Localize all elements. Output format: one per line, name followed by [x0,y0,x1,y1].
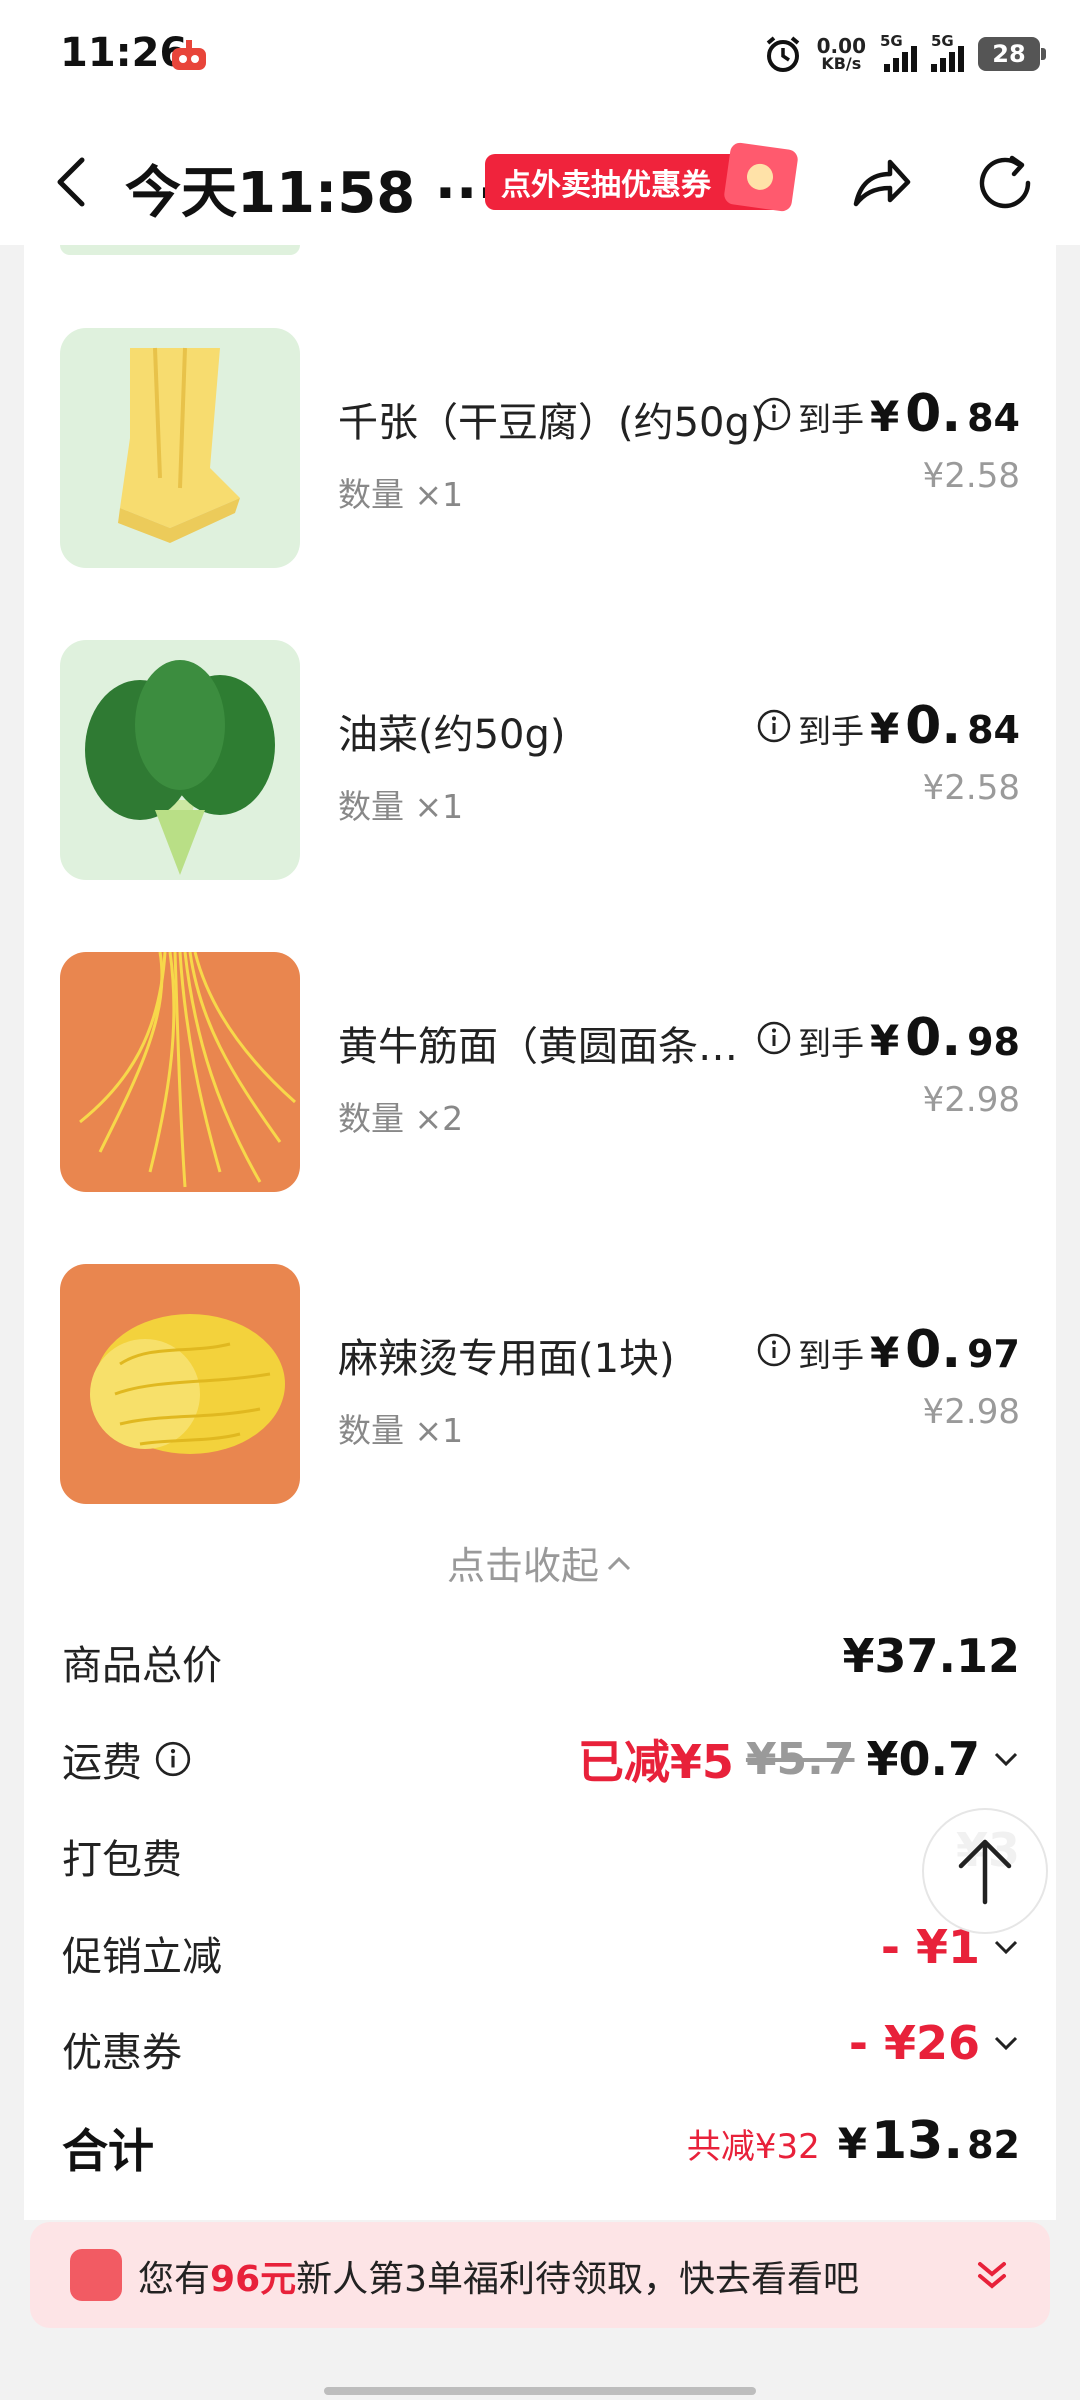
home-indicator[interactable] [324,2387,756,2395]
red-envelope-icon [723,141,799,213]
goods-total-value: ¥37.12 [842,1629,1020,1683]
item-quantity: 数量 ×1 [338,475,464,514]
item-original-price: ¥2.58 [922,456,1020,496]
item-original-price: ¥2.98 [922,1392,1020,1432]
bok-choy-image [60,640,300,880]
info-icon[interactable] [756,708,792,744]
total-saved: 共减¥32 [686,2127,820,2167]
packing-fee-label: 打包费 [62,1837,182,1883]
list-item[interactable]: 麻辣烫专用面(1块) 数量 ×1 到手 ¥0. 97 ¥2.98 [24,1264,1056,1504]
instant-noodle-block-image [60,1264,300,1504]
promo-coupon-button[interactable]: 点外卖抽优惠券 [485,141,799,213]
app-notification-icon [172,40,206,70]
scroll-to-top-button[interactable] [922,1808,1048,1934]
goods-total-label: 商品总价 [62,1643,222,1689]
delivery-fee-row[interactable]: 运费 已减¥5 ¥5.7 ¥0.7 [24,1720,1056,1790]
item-final-price: 到手 ¥0. 97 [756,1320,1020,1380]
delivery-discount: 已减¥5 [577,1735,734,1789]
chevron-down-icon [994,2036,1018,2051]
coupon-value: - ¥26 [848,2016,980,2070]
coupon-row[interactable]: 优惠券 - ¥26 [24,2010,1056,2080]
coupon-label: 优惠券 [62,2030,182,2076]
info-icon[interactable] [756,1332,792,1368]
order-page: 11:26 0.00 KB/s 5G 5G 28 今天11:58 ··· 点外卖… [0,0,1080,2400]
chevron-down-icon [994,1940,1018,1955]
signal-sim1-icon: 5G [880,32,917,72]
item-quantity: 数量 ×1 [338,787,464,826]
delivery-fee-label: 运费 [62,1740,142,1786]
status-time: 11:26 [60,30,188,76]
refresh-icon[interactable] [972,150,1038,216]
total-row: 合计 共减¥32 ¥13. 82 [24,2105,1056,2178]
item-name: 千张（干豆腐）(约50g) [338,400,766,446]
banner-text: 您有96元新人第3单福利待领取，快去看看吧 [138,2259,860,2300]
info-icon[interactable] [756,1020,792,1056]
previous-item-image [60,245,300,255]
arrow-up-icon [958,1839,1012,1905]
back-icon[interactable] [44,152,100,212]
page-title[interactable]: 今天11:58 ··· [125,148,499,229]
total-int: 13. [870,2111,964,2171]
item-quantity: 数量 ×2 [338,1099,464,1138]
tofu-skin-image [60,328,300,568]
promo-label: 点外卖抽优惠券 [501,168,711,203]
list-item[interactable]: 油菜(约50g) 数量 ×1 到手 ¥0. 84 ¥2.58 [24,640,1056,880]
list-item[interactable]: 黄牛筋面（黄圆面条… 数量 ×2 到手 ¥0. 98 ¥2.98 [24,952,1056,1192]
chevron-down-icon [994,1752,1018,1767]
list-item[interactable]: 千张（干豆腐）(约50g) 数量 ×1 到手 ¥0. 84 ¥2.58 [24,328,1056,568]
new-user-benefit-banner[interactable]: 您有96元新人第3单福利待领取，快去看看吧 [30,2222,1050,2328]
info-icon[interactable] [756,396,792,432]
net-speed: 0.00 KB/s [816,34,866,73]
item-original-price: ¥2.98 [922,1080,1020,1120]
total-label: 合计 [62,2124,154,2178]
item-name: 黄牛筋面（黄圆面条… [338,1024,738,1070]
total-dec: 82 [967,2123,1020,2167]
order-detail-card: 千张（干豆腐）(约50g) 数量 ×1 到手 ¥0. 84 ¥2.58 油菜(约5… [24,245,1056,2220]
nav-bar: 今天11:58 ··· 点外卖抽优惠券 [0,120,1080,245]
item-final-price: 到手 ¥0. 98 [756,1008,1020,1068]
total-currency: ¥ [837,2119,867,2168]
battery-icon: 28 [978,37,1046,71]
promotion-label: 促销立减 [62,1934,222,1980]
item-final-price: 到手 ¥0. 84 [756,384,1020,444]
collapse-button[interactable]: 点击收起 [24,1535,1056,1590]
collapse-label: 点击收起 [446,1544,599,1588]
item-name: 麻辣烫专用面(1块) [338,1336,675,1382]
goods-total-row: 商品总价 ¥37.12 [24,1623,1056,1693]
item-quantity: 数量 ×1 [338,1411,464,1450]
promotion-row[interactable]: 促销立减 - ¥1 [24,1914,1056,1984]
signal-sim2-icon: 5G [931,32,964,72]
chevron-up-icon [607,1556,631,1570]
info-icon[interactable] [154,1740,192,1778]
alarm-icon [766,36,799,72]
share-icon[interactable] [848,150,914,216]
item-original-price: ¥2.58 [922,768,1020,808]
item-name: 油菜(约50g) [338,712,566,758]
gift-icon [70,2249,122,2301]
status-bar: 11:26 0.00 KB/s 5G 5G 28 [0,0,1080,120]
double-chevron-down-icon[interactable] [972,2256,1012,2296]
noodles-image [60,952,300,1192]
item-final-price: 到手 ¥0. 84 [756,696,1020,756]
delivery-fee-value: ¥0.7 [866,1732,981,1786]
packing-fee-row: 打包费 ¥3 [24,1817,1056,1887]
delivery-original-price: ¥5.7 [745,1733,855,1785]
